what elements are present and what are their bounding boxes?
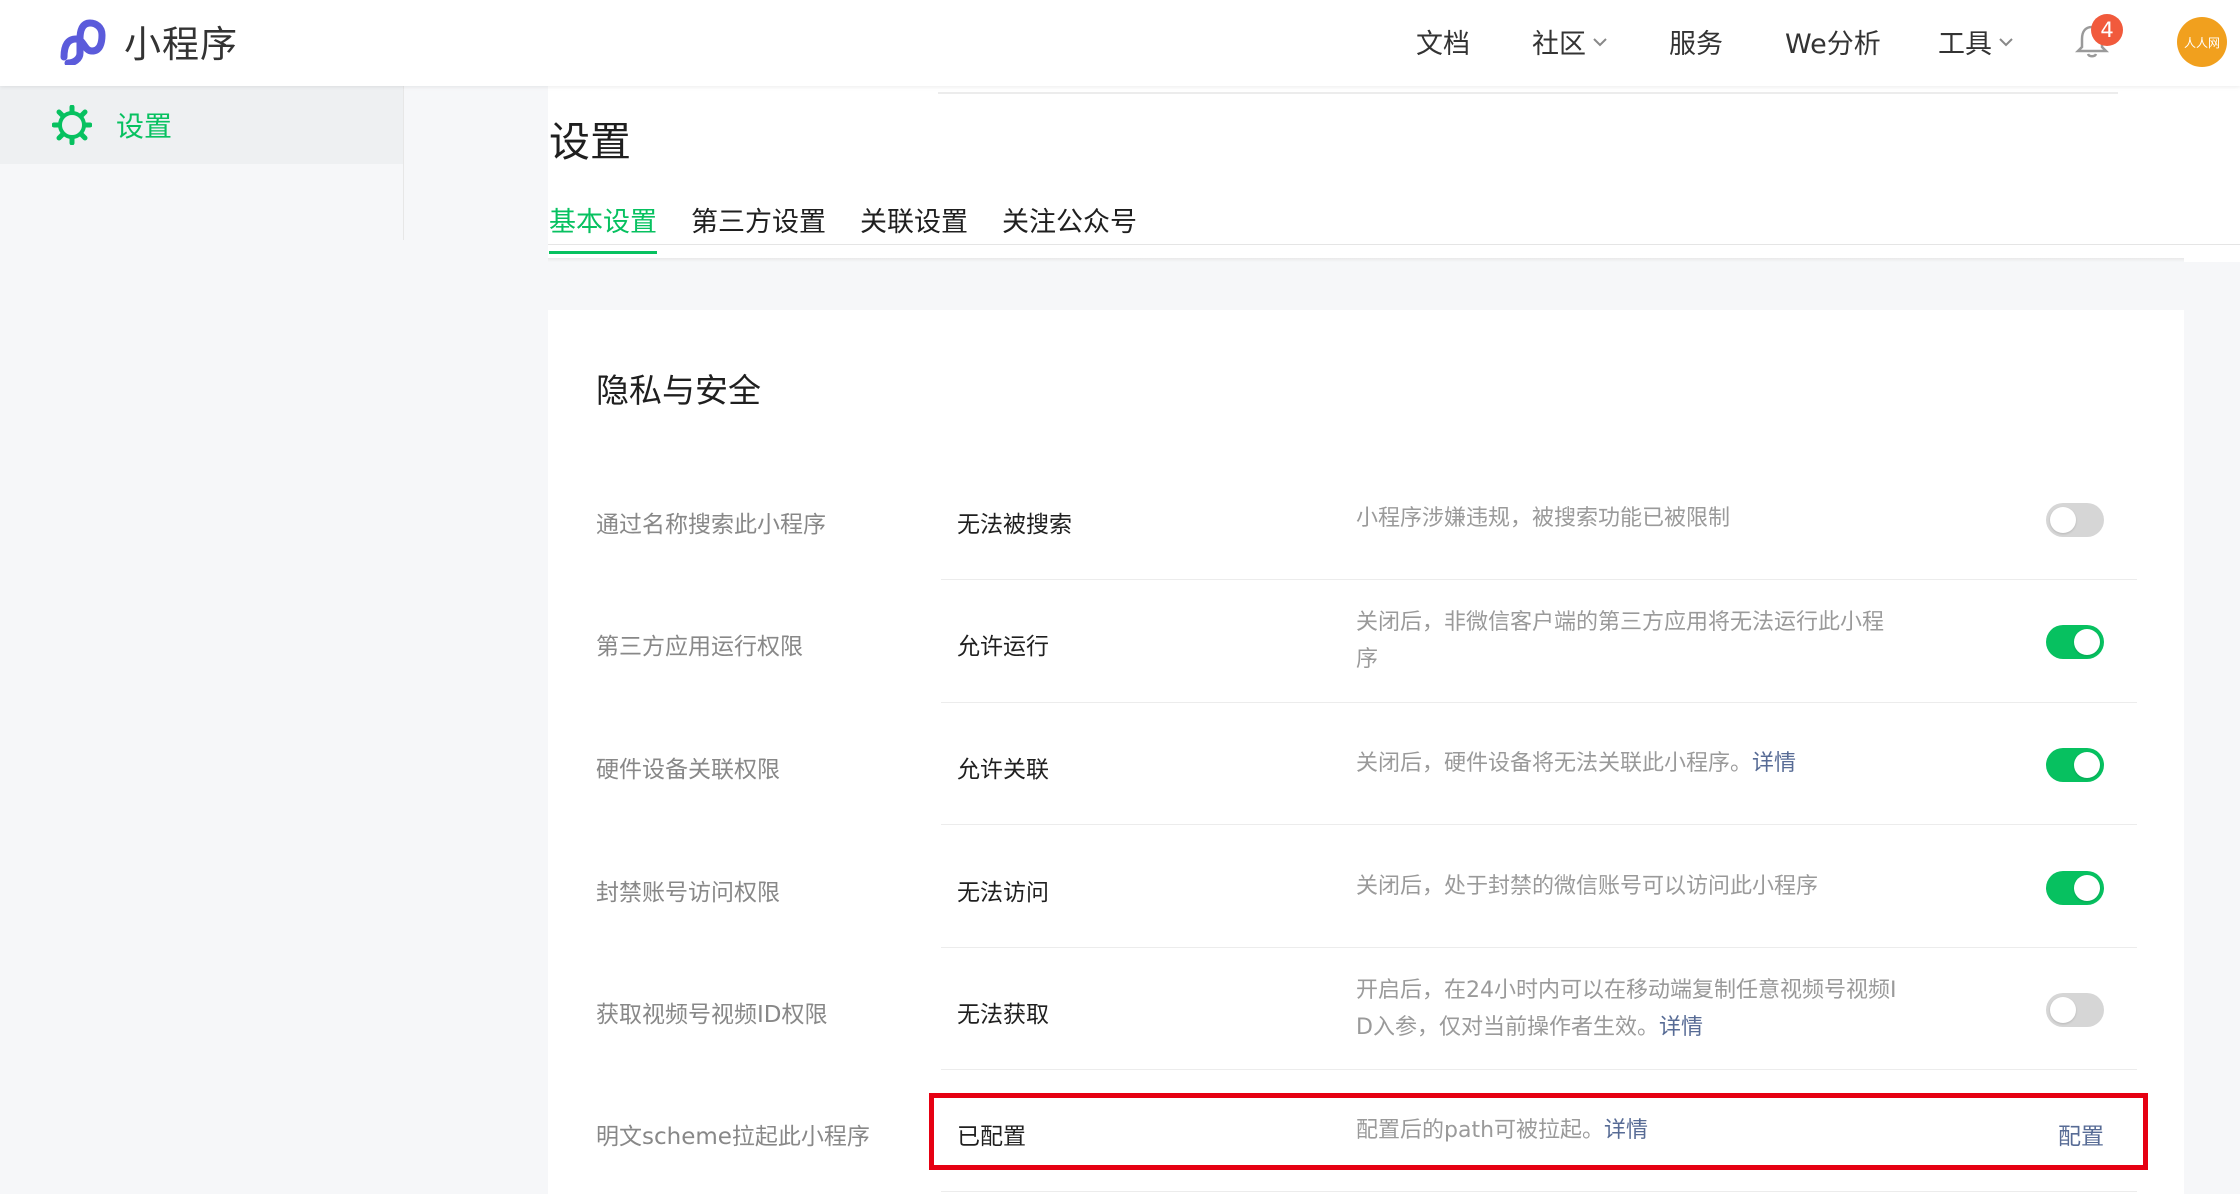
nav-tools[interactable]: 工具	[1938, 22, 2014, 61]
nav-label: 文档	[1416, 29, 1470, 60]
nav-label: 服务	[1669, 29, 1723, 60]
row-value: 无法被搜索	[957, 512, 1072, 538]
row-description: 关闭后，硬件设备将无法关联此小程序。详情	[1356, 745, 1916, 782]
avatar[interactable]: 人人网	[2177, 17, 2227, 67]
header-shadow	[548, 258, 2184, 262]
row-label: 获取视频号视频ID权限	[596, 1002, 828, 1028]
logo[interactable]: 小程序	[54, 14, 238, 68]
row-divider	[941, 579, 2137, 580]
gear-icon	[52, 105, 92, 145]
row-description: 关闭后，非微信客户端的第三方应用将无法运行此小程 序	[1356, 604, 1916, 678]
video-id-permission-toggle[interactable]	[2046, 993, 2104, 1027]
nav-label: 工具	[1938, 29, 1992, 60]
avatar-text: 人人网	[2183, 35, 2220, 50]
hardware-association-toggle[interactable]	[2046, 748, 2104, 782]
section-title: 隐私与安全	[596, 371, 761, 410]
details-link[interactable]: 详情	[1752, 751, 1796, 776]
nav-services[interactable]: 服务	[1669, 22, 1723, 61]
sidebar-item-label: 设置	[116, 110, 173, 143]
row-description: 小程序涉嫌违规，被搜索功能已被限制	[1356, 500, 1916, 537]
tab-bar: 基本设置 第三方设置 关联设置 关注公众号	[549, 200, 1171, 254]
divider	[938, 92, 2118, 94]
details-link[interactable]: 详情	[1659, 1015, 1703, 1040]
tab-third-party-settings[interactable]: 第三方设置	[691, 200, 826, 254]
toggle-knob	[2050, 997, 2076, 1023]
row-value: 允许运行	[957, 634, 1049, 660]
row-value: 无法访问	[957, 880, 1049, 906]
row-description-text: 小程序涉嫌违规，被搜索功能已被限制	[1356, 506, 1731, 531]
toggle-knob	[2074, 875, 2100, 901]
toggle-knob	[2074, 752, 2100, 778]
sidebar: 设置	[0, 86, 404, 240]
chevron-down-icon	[1999, 37, 2013, 46]
row-value: 允许关联	[957, 757, 1049, 783]
nav-community[interactable]: 社区	[1532, 22, 1608, 61]
row-description-text: 关闭后，非微信客户端的第三方应用将无法运行此小程	[1356, 610, 1885, 635]
row-description-text: 序	[1356, 647, 1379, 672]
row-description-text: 开启后，在24小时内可以在移动端复制任意视频号视频I	[1356, 978, 1897, 1003]
row-label: 第三方应用运行权限	[596, 634, 803, 660]
nav-we-analytics[interactable]: We分析	[1785, 22, 1881, 61]
search-by-name-toggle[interactable]	[2046, 503, 2104, 537]
tab-follow-official-account[interactable]: 关注公众号	[1002, 200, 1137, 254]
nav-label: 社区	[1532, 29, 1586, 60]
row-label: 封禁账号访问权限	[596, 880, 780, 906]
mini-program-logo-icon	[60, 19, 106, 65]
sidebar-item-settings[interactable]: 设置	[0, 86, 403, 164]
banned-account-access-toggle[interactable]	[2046, 871, 2104, 905]
tab-association-settings[interactable]: 关联设置	[860, 200, 968, 254]
top-bar: 小程序 文档 社区 服务 We分析 工具 4 人人网	[0, 0, 2240, 86]
row-label: 通过名称搜索此小程序	[596, 512, 826, 538]
notification-badge: 4	[2091, 14, 2123, 46]
logo-text: 小程序	[124, 23, 238, 66]
row-divider	[941, 947, 2137, 948]
row-description-text: 关闭后，硬件设备将无法关联此小程序。	[1356, 751, 1753, 776]
tab-basic-settings[interactable]: 基本设置	[549, 200, 657, 254]
row-label: 硬件设备关联权限	[596, 757, 780, 783]
row-description-text: D入参，仅对当前操作者生效。	[1356, 1015, 1659, 1040]
nav-label: We分析	[1785, 29, 1881, 60]
row-divider	[941, 824, 2137, 825]
row-description: 开启后，在24小时内可以在移动端复制任意视频号视频I D入参，仅对当前操作者生效…	[1356, 972, 1916, 1046]
toggle-knob	[2050, 507, 2076, 533]
row-label: 明文scheme拉起此小程序	[596, 1124, 870, 1150]
toggle-knob	[2074, 629, 2100, 655]
highlight-box	[929, 1093, 2148, 1170]
row-divider	[941, 1191, 2137, 1192]
row-value: 无法获取	[957, 1002, 1049, 1028]
row-description-text: 关闭后，处于封禁的微信账号可以访问此小程序	[1356, 874, 1819, 899]
row-divider	[941, 702, 2137, 703]
row-description: 关闭后，处于封禁的微信账号可以访问此小程序	[1356, 868, 1916, 905]
row-divider	[941, 1069, 2137, 1070]
page-title: 设置	[549, 118, 631, 166]
third-party-run-toggle[interactable]	[2046, 625, 2104, 659]
nav-docs[interactable]: 文档	[1416, 22, 1470, 61]
chevron-down-icon	[1593, 37, 1607, 46]
